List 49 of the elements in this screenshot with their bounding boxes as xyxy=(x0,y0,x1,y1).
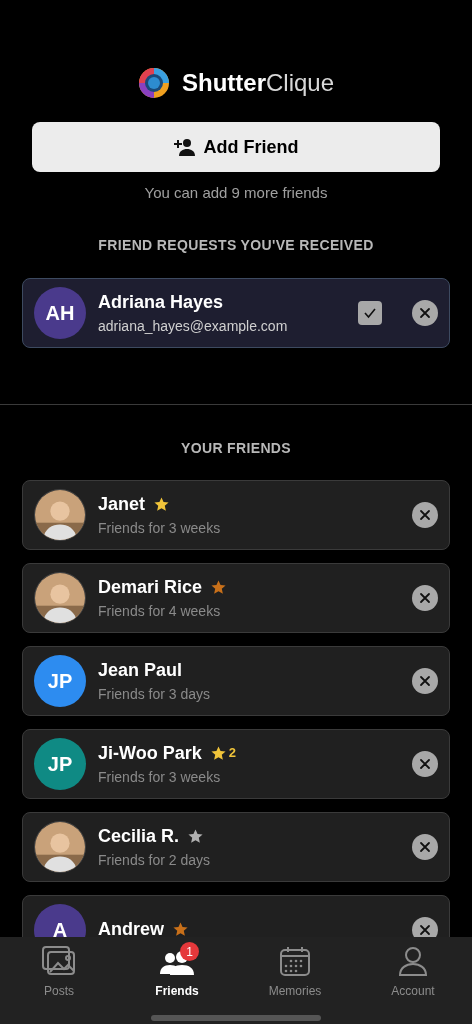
photos-icon xyxy=(42,946,76,976)
star-count: 2 xyxy=(228,744,236,763)
section-heading: FRIEND REQUESTS YOU'VE RECEIVED xyxy=(97,235,375,255)
accept-button[interactable] xyxy=(358,300,382,325)
requester-name: Adriana Hayes xyxy=(98,290,225,314)
tab[interactable]: Account xyxy=(368,944,458,1000)
remove-button[interactable] xyxy=(412,916,438,937)
avatar: A xyxy=(34,903,86,937)
calendar-icon xyxy=(280,946,310,976)
friendship-duration: Friends for 3 days xyxy=(98,684,212,704)
brand-name: Shutter xyxy=(181,68,266,98)
remove-button[interactable] xyxy=(412,299,438,326)
remove-button[interactable] xyxy=(412,667,438,694)
tab[interactable]: Memories xyxy=(250,944,340,1000)
tab[interactable]: Posts xyxy=(14,944,104,1000)
close-icon xyxy=(419,840,431,853)
section-heading: YOUR FRIENDS xyxy=(180,438,292,458)
tab[interactable]: 1 Friends xyxy=(132,944,222,1000)
friendship-duration: Friends for 3 weeks xyxy=(98,518,222,538)
requester-email: adriana_hayes@example.com xyxy=(98,316,289,336)
friend-name: Andrew xyxy=(98,918,164,937)
avatar: JP xyxy=(34,654,86,707)
friend-name: Demari Rice xyxy=(98,575,203,599)
friend-name: Janet xyxy=(98,492,146,516)
friendship-duration: Friends for 2 days xyxy=(98,850,212,870)
avatar: AH xyxy=(34,286,86,339)
avatar: JP xyxy=(34,737,86,790)
friendship-duration: Friends for 4 weeks xyxy=(98,601,222,621)
logo-icon xyxy=(137,67,170,99)
close-icon xyxy=(419,306,431,319)
notification-badge: 1 xyxy=(180,942,199,961)
close-icon xyxy=(419,923,431,936)
remove-button[interactable] xyxy=(412,750,438,777)
friend-name: Ji-Woo Park xyxy=(98,741,202,765)
remove-button[interactable] xyxy=(412,501,438,528)
remove-button[interactable] xyxy=(412,584,438,611)
remove-button[interactable] xyxy=(412,833,438,860)
friend-limit-text: You can add 9 more friends xyxy=(143,183,329,203)
friend-name: Cecilia R. xyxy=(98,824,180,848)
close-icon xyxy=(419,508,431,521)
close-icon xyxy=(419,757,431,770)
brand-name: Clique xyxy=(265,68,334,98)
person-icon xyxy=(398,946,428,976)
close-icon xyxy=(419,591,431,604)
close-icon xyxy=(419,674,431,687)
add-friend-button[interactable]: Add Friend xyxy=(32,122,440,172)
add-person-icon xyxy=(173,138,196,156)
friend-name: Jean Paul xyxy=(98,658,183,682)
friendship-duration: Friends for 3 weeks xyxy=(98,767,222,787)
